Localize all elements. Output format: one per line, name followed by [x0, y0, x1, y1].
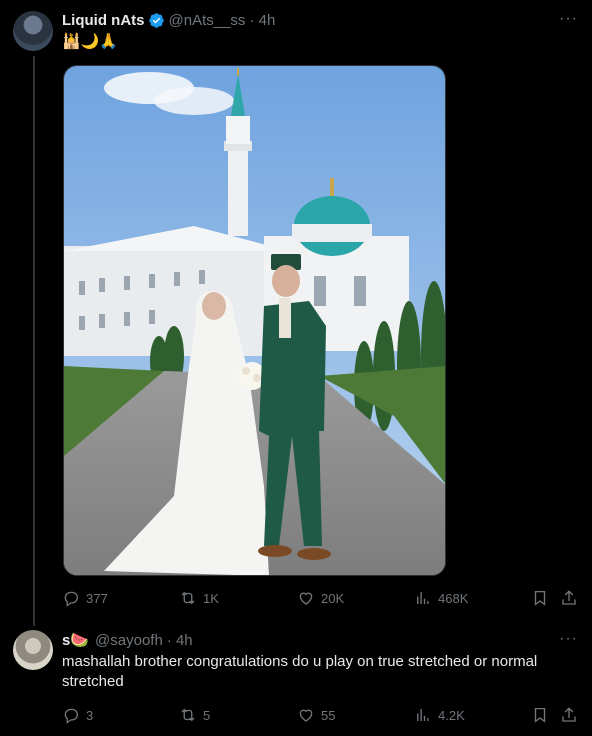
views-icon	[417, 709, 429, 721]
bookmark-icon	[534, 707, 546, 723]
reply-header: s🍉 @sayoofh · 4h	[62, 630, 193, 650]
reply-author-handle[interactable]: @sayoofh	[95, 632, 163, 649]
reply-views-button[interactable]: 4.2K	[414, 704, 465, 726]
reply-icon	[64, 708, 79, 724]
repost-icon	[181, 708, 195, 722]
reply-like-button[interactable]: 55	[297, 704, 335, 726]
bookmark-icon	[534, 590, 546, 606]
reply-repost-count: 5	[203, 707, 211, 723]
reply-repost-button[interactable]: 5	[179, 704, 210, 726]
reply-bookmark-button[interactable]	[531, 704, 549, 726]
reply-more-options-button[interactable]: ···	[559, 630, 578, 648]
reply-avatar[interactable]	[13, 630, 53, 670]
post-image[interactable]	[63, 65, 446, 576]
like-count: 20K	[321, 590, 345, 606]
view-count: 468K	[438, 590, 469, 606]
repost-icon	[181, 591, 195, 605]
reply-author-name[interactable]: s🍉	[62, 631, 89, 649]
thread-connector	[33, 56, 35, 626]
views-button[interactable]: 468K	[414, 587, 468, 609]
reply-actions: 3 5 55 4.2K	[62, 704, 582, 726]
avatar[interactable]	[13, 11, 53, 51]
reply-reply-count: 3	[86, 707, 94, 723]
reply-like-count: 55	[321, 707, 336, 723]
views-icon	[417, 592, 429, 604]
share-button[interactable]	[560, 587, 578, 609]
reply-time[interactable]: · 4h	[167, 632, 193, 649]
repost-button[interactable]: 1K	[179, 587, 219, 609]
reply-text: mashallah brother congratulations do u p…	[62, 653, 538, 690]
post-time[interactable]: · 4h	[249, 12, 275, 29]
reply-button[interactable]: 377	[62, 587, 108, 609]
post-actions: 377 1K 20K 468K	[62, 587, 582, 609]
share-icon	[562, 590, 576, 605]
bookmark-button[interactable]	[531, 587, 549, 609]
repost-count: 1K	[203, 590, 219, 606]
reply-reply-button[interactable]: 3	[62, 704, 93, 726]
post-header: Liquid nAts @nAts__ss · 4h	[62, 10, 275, 30]
wedding-photo	[64, 66, 445, 575]
reply-count: 377	[86, 590, 108, 606]
author-name[interactable]: Liquid nAts	[62, 12, 145, 29]
reply-share-button[interactable]	[560, 704, 578, 726]
verified-badge-icon	[148, 12, 164, 28]
reply-icon	[64, 591, 79, 607]
share-icon	[562, 707, 576, 722]
heart-icon	[299, 592, 313, 605]
post-text: 🕌🌙🙏	[62, 33, 119, 50]
author-handle[interactable]: @nAts__ss	[169, 12, 246, 29]
reply-view-count: 4.2K	[438, 707, 465, 723]
heart-icon	[299, 709, 313, 722]
more-options-button[interactable]: ···	[559, 10, 578, 28]
like-button[interactable]: 20K	[297, 587, 344, 609]
